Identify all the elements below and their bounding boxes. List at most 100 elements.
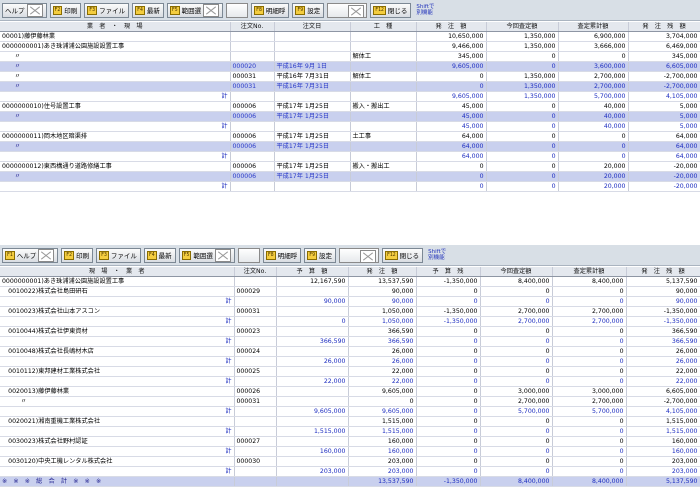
file-button[interactable]: F3 ファイル	[84, 2, 130, 18]
blank-button[interactable]	[327, 2, 368, 18]
column-header[interactable]: 現 場 ・ 業 者	[0, 267, 235, 278]
column-header[interactable]: 工 種	[350, 22, 417, 33]
toolbar-top: ヘルプ F2 印刷 F3 ファイル F4 最新 F5 範囲選 F8 明細呼 F9 設定 F1…	[0, 0, 700, 21]
column-header[interactable]: 今回査定額	[486, 22, 559, 33]
close-button[interactable]: F12 閉じる	[370, 2, 412, 18]
column-header[interactable]: 今回査定額	[480, 267, 553, 278]
table-row[interactable]: 〃 000006 平成17年 1月25日 0 0 20,000 -20,000	[0, 171, 700, 183]
table-row[interactable]: 0020021)湘南重機工業株式会社 1,515,000 0 0 0 1,515,000	[0, 416, 700, 428]
table-row[interactable]: 00001)藤伊藤林業 10,650,000 1,350,000 6,900,000 3…	[0, 31, 700, 43]
table-row[interactable]: 〃解体工 345,000 0 0 345,000	[0, 51, 700, 63]
print-button[interactable]: F2 印刷	[61, 247, 94, 263]
table-cell-no: 000026	[234, 386, 277, 398]
table-row[interactable]: 計 64,000 0 0 64,000	[0, 151, 700, 163]
table-row[interactable]: 〃 000031 平成16年 7月31日 解体工 0 1,350,000 2,700,000…	[0, 71, 700, 83]
settings-button[interactable]: F9 設定	[304, 247, 336, 263]
detail-button[interactable]: F8 明細呼	[262, 247, 302, 263]
blank-button[interactable]	[338, 247, 379, 263]
table-row[interactable]: 0030120)中央工機レンタル株式会社 000030 203,000 0 0 0 203,…	[0, 456, 700, 468]
range-select-button[interactable]: F5 範囲選	[166, 2, 224, 18]
settings-button[interactable]: F9 設定	[292, 2, 325, 18]
column-header[interactable]: 業 者 ・ 現 場	[0, 22, 231, 33]
table-cell-c4: 1,515,000	[626, 416, 700, 428]
table-row[interactable]: 計 22,000 22,000 0 0 0 22,000	[0, 376, 700, 388]
column-header[interactable]: 発 注 残 額	[628, 22, 700, 33]
column-header[interactable]: 査定累計額	[552, 267, 627, 278]
table-cell-c3: 3,000,000	[552, 386, 627, 398]
help-button[interactable]: F1 ヘルプ	[2, 247, 59, 263]
range-select-button[interactable]: F5 範囲選	[178, 247, 235, 263]
table-row[interactable]: 計 26,000 26,000 0 0 0 26,000	[0, 356, 700, 368]
table-row[interactable]: 0000000012)東西構通り道路修繕工事 000006 平成17年 1月25日搬…	[0, 161, 700, 173]
table-cell-c4: 90,000	[626, 296, 700, 308]
table-row[interactable]: 計 0 0 20,000 -20,000	[0, 181, 700, 193]
table-cell-c2: 8,400,000	[480, 476, 553, 488]
table-cell-date: 平成17年 1月25日	[274, 111, 351, 123]
table-cell-no	[234, 426, 277, 438]
column-header[interactable]: 発 注 額	[348, 267, 417, 278]
column-header[interactable]: 査定累計額	[558, 22, 629, 33]
column-header[interactable]: 注文No.	[230, 22, 275, 33]
table-row[interactable]: 0030023)株式会社野村認証 000027 160,000 0 0 0 160,000	[0, 436, 700, 448]
table-cell-c4: 5,137,590	[626, 276, 700, 288]
print-button[interactable]: F2 印刷	[49, 2, 82, 18]
table-cell-kind: 解体工	[350, 51, 417, 63]
refresh-button[interactable]: F4 最新	[143, 247, 176, 263]
table-cell-c4: 366,590	[626, 336, 700, 348]
file-button[interactable]: F3 ファイル	[96, 247, 141, 263]
table-row[interactable]: 計 90,000 90,000 0 0 0 90,000	[0, 296, 700, 308]
table-cell-c2: 1,350,000	[486, 41, 559, 53]
table-cell-c3: 20,000	[558, 181, 629, 193]
table-row[interactable]: 〃 000006 平成17年 1月25日 64,000 0 0 64,000	[0, 141, 700, 153]
table-cell-no	[234, 276, 277, 288]
table-cell-c2: 0	[486, 51, 559, 63]
help-button[interactable]: ヘルプ	[2, 2, 47, 18]
table-row[interactable]: 〃 000031 平成16年 7月31日 0 1,350,000 2,700,000 -2,…	[0, 81, 700, 93]
table-row[interactable]: 〃 000031 0 0 2,700,000 2,700,000 -2,700,000	[0, 396, 700, 408]
table-row[interactable]: 計 203,000 203,000 0 0 0 203,000	[0, 466, 700, 478]
table-cell-name: 0000000010)住号設置工事	[0, 101, 231, 113]
close-button[interactable]: F12 閉じる	[381, 247, 424, 263]
column-header[interactable]: 発 注 残 額	[626, 267, 700, 278]
table-row[interactable]: 計 9,605,000 1,350,000 5,700,000 4,105,000	[0, 91, 700, 103]
column-header[interactable]: 注文日	[274, 22, 351, 33]
table-row[interactable]: 0010112)東邦建材工業株式会社 000025 22,000 0 0 0 22,000	[0, 366, 700, 378]
table-row[interactable]: 〃 000020 平成16年 9月 1日 9,605,000 0 3,600,000 6,6…	[0, 61, 700, 73]
table-row[interactable]: 0000000001)あき珠浦浦公園施設設置工事 12,167,590 13,537…	[0, 276, 700, 288]
table-row[interactable]: 計 0 1,050,000 -1,350,000 2,700,000 2,700,000-…	[0, 316, 700, 328]
table-row[interactable]: 0000000001)あき珠浦浦公園施設設置工事 9,466,000 1,350,0…	[0, 41, 700, 53]
table-row[interactable]: 計 9,605,000 9,605,000 0 5,700,000 5,700,000 4,…	[0, 406, 700, 418]
column-header[interactable]: 予 算 額	[276, 267, 349, 278]
column-header[interactable]: 予 算 残	[416, 267, 481, 278]
column-header[interactable]: 注文No.	[234, 267, 277, 278]
blank-button[interactable]	[237, 247, 260, 263]
table-cell-c2: 1,350,000	[486, 31, 559, 43]
column-header[interactable]: 発 注 額	[416, 22, 487, 33]
table-row[interactable]: 0020013)藤伊藤林業 000026 9,605,000 0 3,000,000 3,…	[0, 386, 700, 398]
table-row[interactable]: ※ ※ ※ 総 合 計 ※ ※ ※ 13,537,590 -1,350,000 8,4…	[0, 476, 700, 488]
table-row[interactable]: 計 45,000 0 40,000 5,000	[0, 121, 700, 133]
detail-button[interactable]: F8 明細呼	[251, 2, 290, 18]
table-row[interactable]: 0000000010)住号設置工事 000006 平成17年 1月25日 搬入・搬出工…	[0, 101, 700, 113]
table-row[interactable]: 0010022)株式会社島田研石 000029 90,000 0 0 0 90,000	[0, 286, 700, 298]
table-cell-date: 平成17年 1月25日	[274, 161, 351, 173]
table-row[interactable]: 〃 000006 平成17年 1月25日 45,000 0 40,000 5,000	[0, 111, 700, 123]
table-row[interactable]: 0000000011)岡木地区暗渠排 000006 平成17年 1月25日 土工事 64…	[0, 131, 700, 143]
table-row[interactable]: 0010048)株式会社長嶋材木店 000024 26,000 0 0 0 26,000	[0, 346, 700, 358]
table-cell-b: 90,000	[276, 296, 349, 308]
f8-key-icon: F8	[265, 250, 276, 260]
table-cell-c1: 45,000	[416, 111, 487, 123]
table-cell-d: 0	[416, 336, 481, 348]
table-row[interactable]: 計 1,515,000 1,515,000 0 0 0 1,515,000	[0, 426, 700, 438]
table-cell-c1: 64,000	[416, 151, 487, 163]
table-cell-c2: 0	[486, 121, 559, 133]
table-row[interactable]: 計 160,000 160,000 0 0 0 160,000	[0, 446, 700, 458]
refresh-button[interactable]: F4 最新	[132, 2, 164, 18]
table-cell-c2: 2,700,000	[480, 316, 553, 328]
table-cell-no	[234, 376, 277, 388]
table-row[interactable]: 計 366,590 366,590 0 0 0 366,590	[0, 336, 700, 348]
table-row[interactable]: 0010023)株式会社山本アスコン 000031 1,050,000 -1,350,…	[0, 306, 700, 318]
blank-button[interactable]	[226, 2, 249, 18]
table-row[interactable]: 0010044)株式会社伊東資材 000023 366,590 0 0 0 366,590	[0, 326, 700, 338]
table-header: 現 場 ・ 業 者 注文No. 予 算 額 発 注 額 予 算 残 今回査定額 …	[0, 267, 700, 278]
